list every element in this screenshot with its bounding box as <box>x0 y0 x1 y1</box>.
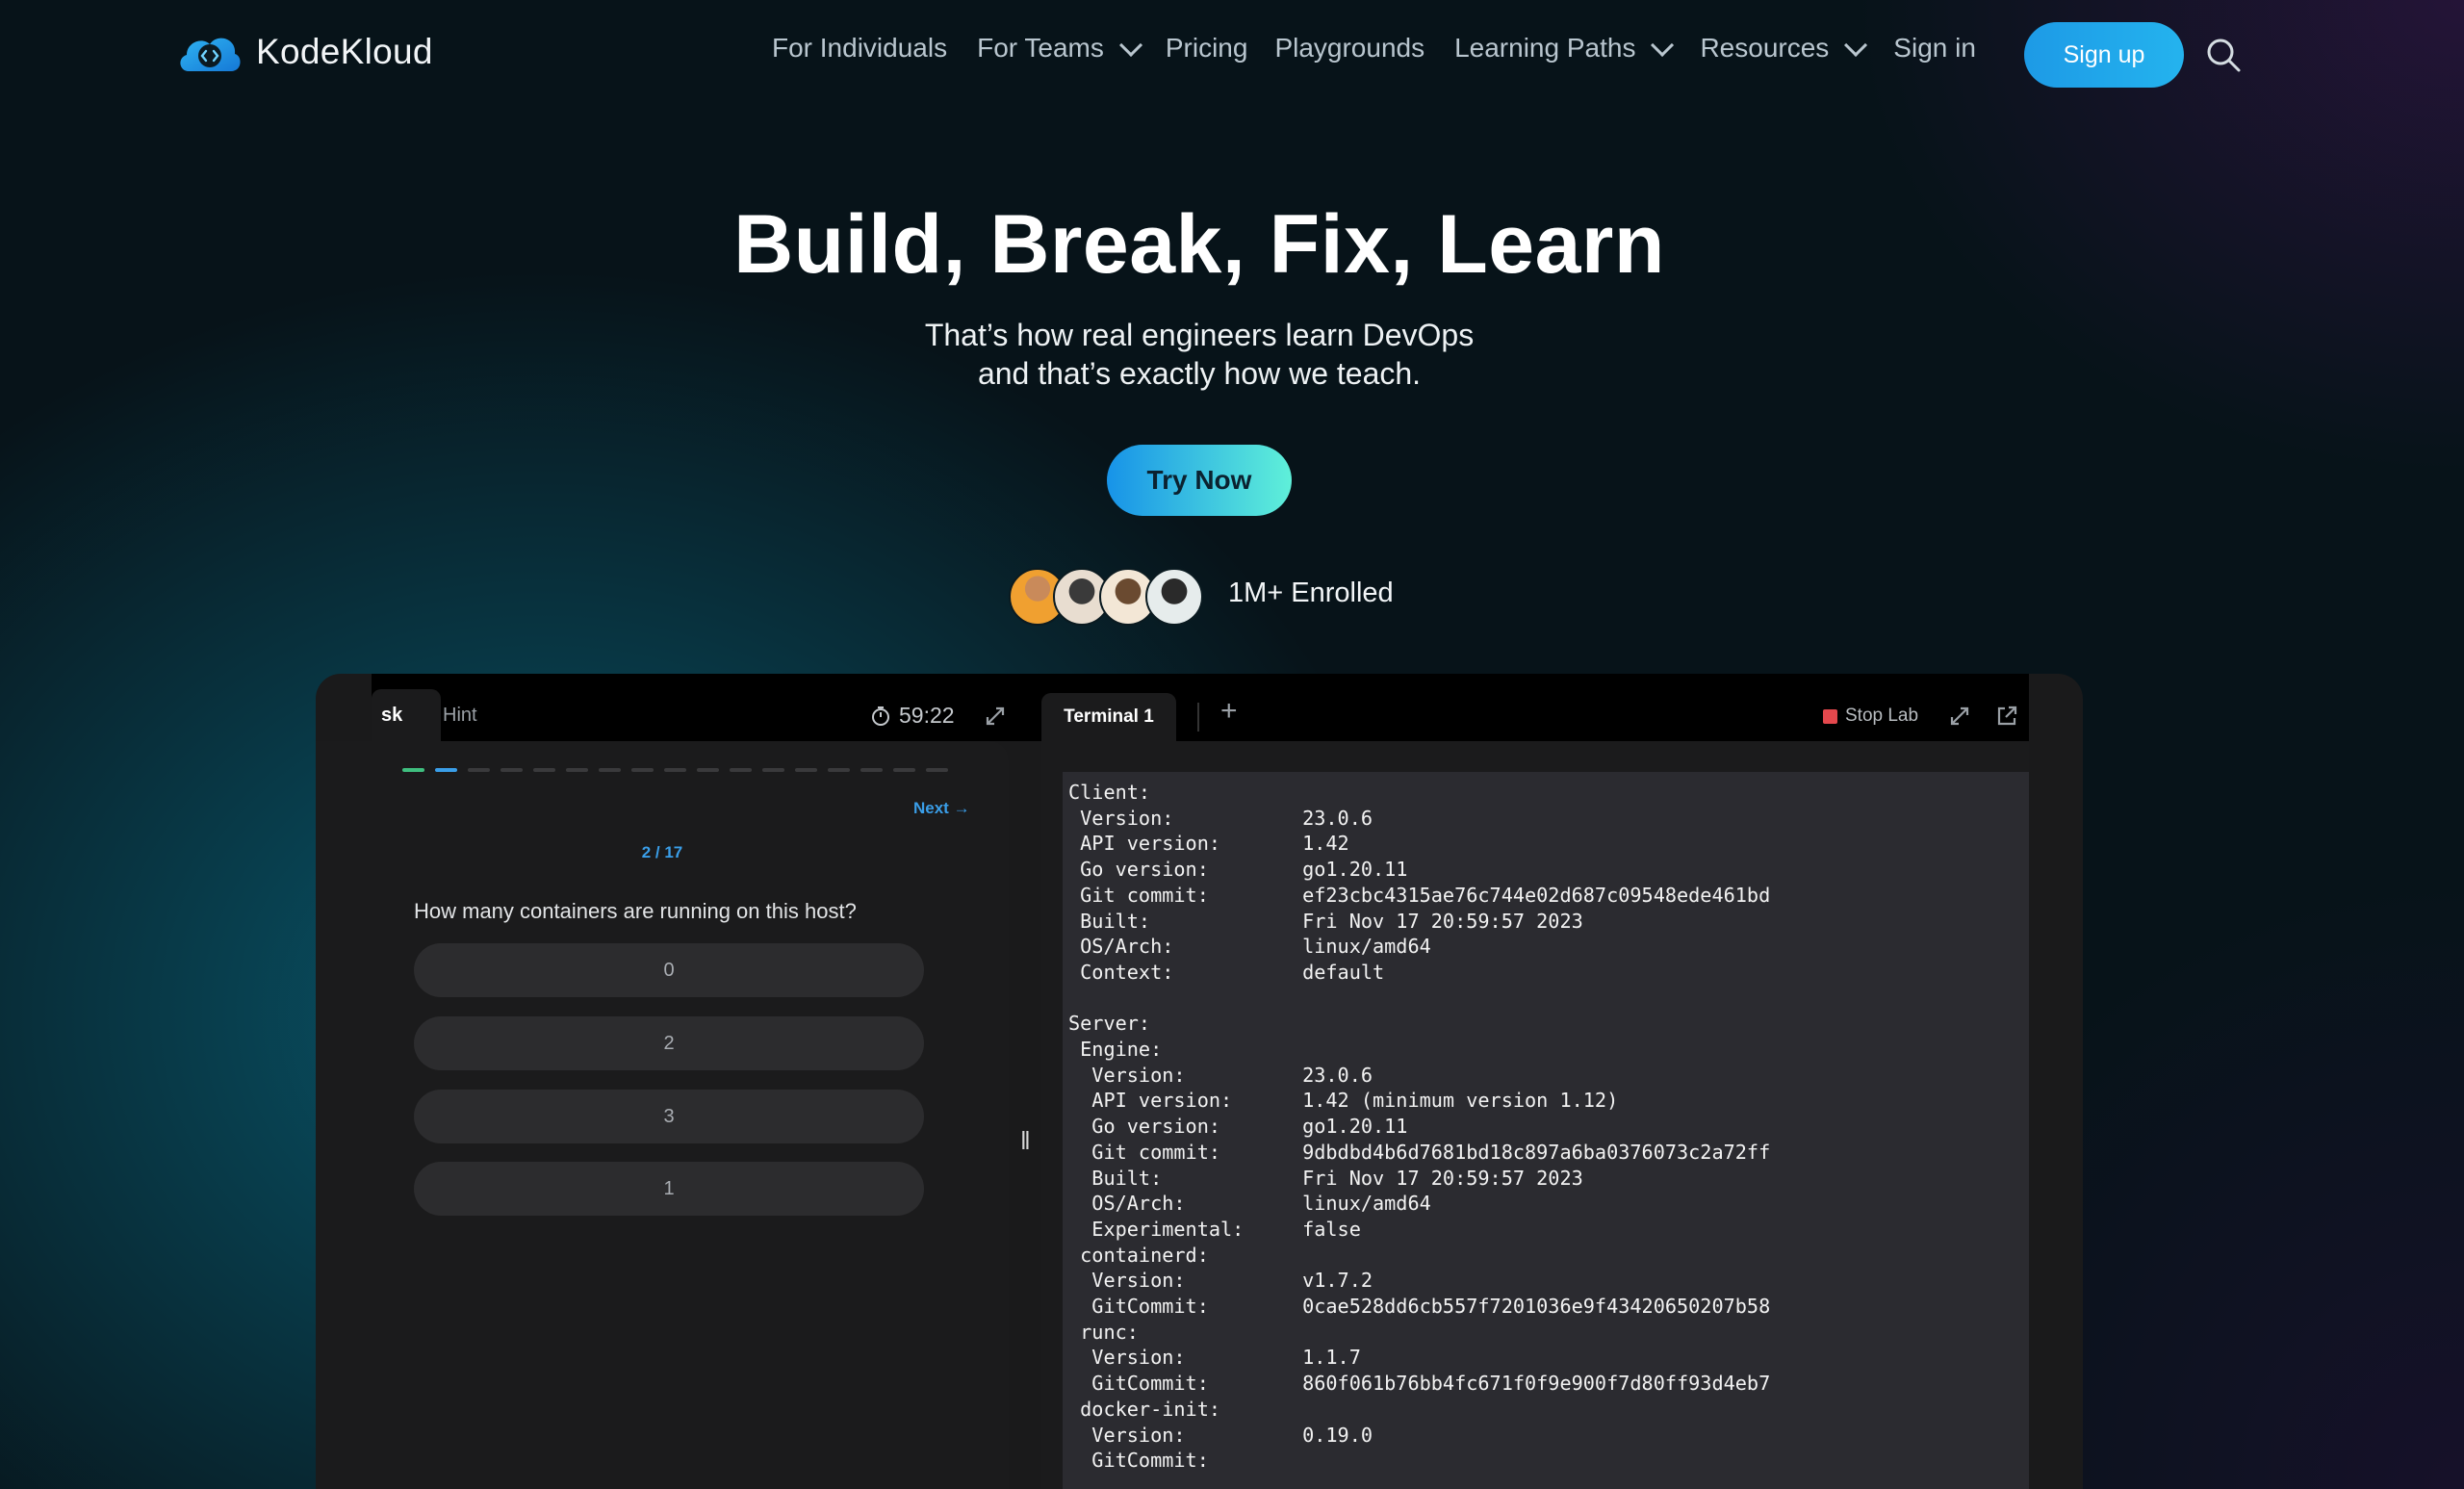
progress-segment <box>860 768 883 772</box>
progress-segment <box>893 768 915 772</box>
tab-terminal-1[interactable]: Terminal 1 <box>1041 693 1176 741</box>
avatar <box>1145 568 1203 626</box>
progress-segment <box>402 768 424 772</box>
stop-icon <box>1823 708 1837 724</box>
hero-subtitle-line-2: and that’s exactly how we teach. <box>977 356 1422 391</box>
tab-divider <box>1197 703 1199 732</box>
stop-lab-label: Stop Lab <box>1845 706 1919 726</box>
terminal-screen[interactable]: Client: Version: 23.0.6 API version: 1.4… <box>1063 772 2029 1489</box>
brand-logo[interactable]: KodeKloud <box>175 29 433 75</box>
next-button[interactable]: Next → <box>913 799 970 818</box>
chevron-down-icon <box>1118 33 1142 57</box>
try-now-button[interactable]: Try Now <box>1107 445 1292 516</box>
answer-option[interactable]: 0 <box>414 943 924 997</box>
progress-segment <box>500 768 523 772</box>
add-terminal-button[interactable]: + <box>1220 695 1238 728</box>
progress-segment <box>926 768 948 772</box>
brand-name: KodeKloud <box>256 32 433 71</box>
top-navbar: KodeKloud For Individuals For Teams Pric… <box>0 0 2464 110</box>
chevron-down-icon <box>1651 33 1675 57</box>
nav-item-label: Sign in <box>1893 33 1976 63</box>
chevron-down-icon <box>1844 33 1868 57</box>
cloud-logo-icon <box>180 38 241 71</box>
enrolled-avatars <box>1009 568 1203 626</box>
panel-resize-handle[interactable]: ‖ <box>1020 1126 1031 1156</box>
nav-item-label: Playgrounds <box>1274 33 1425 63</box>
open-external-icon[interactable] <box>1995 705 2018 728</box>
progress-segment <box>664 768 686 772</box>
step-counter: 2 / 17 <box>641 843 683 861</box>
tab-task[interactable]: sk <box>372 689 441 741</box>
terminal-output: Client: Version: 23.0.6 API version: 1.4… <box>1068 781 1771 1473</box>
tab-hint[interactable]: Hint <box>435 689 493 741</box>
nav-item-pricing[interactable]: Pricing <box>1166 33 1248 64</box>
progress-segment <box>533 768 555 772</box>
question-text: How many containers are running on this … <box>414 899 857 923</box>
nav-item-for-teams[interactable]: For Teams <box>977 33 1142 64</box>
lab-preview-window: sk Hint 59:22 Next → 2 / 17 How many con… <box>316 674 2083 1489</box>
nav-item-resources[interactable]: Resources <box>1700 33 1868 64</box>
progress-segment <box>795 768 817 772</box>
stopwatch-icon <box>872 706 889 726</box>
answer-option[interactable]: 2 <box>414 1016 924 1070</box>
question-progress-bar <box>402 768 948 772</box>
progress-segment <box>631 768 654 772</box>
hero-title: Build, Break, Fix, Learn <box>733 198 1665 291</box>
answer-option[interactable]: 3 <box>414 1090 924 1143</box>
nav-item-label: For Individuals <box>772 33 948 63</box>
answer-option[interactable]: 1 <box>414 1162 924 1216</box>
nav-item-label: Learning Paths <box>1454 33 1636 63</box>
nav-item-label: Resources <box>1700 33 1830 63</box>
progress-segment <box>566 768 588 772</box>
nav-item-sign-in[interactable]: Sign in <box>1893 33 1976 64</box>
progress-segment <box>730 768 752 772</box>
nav-item-for-individuals[interactable]: For Individuals <box>772 33 947 64</box>
progress-segment <box>828 768 850 772</box>
stop-lab-button[interactable]: Stop Lab <box>1823 706 1918 727</box>
nav-item-label: Pricing <box>1165 33 1248 63</box>
main-menu: For Individuals For Teams Pricing Playgr… <box>772 33 1976 64</box>
nav-item-learning-paths[interactable]: Learning Paths <box>1454 33 1675 64</box>
progress-segment <box>697 768 719 772</box>
timer-value: 59:22 <box>899 703 955 728</box>
next-label: Next <box>913 799 949 817</box>
nav-item-label: For Teams <box>977 33 1104 63</box>
expand-terminal-icon[interactable] <box>1948 705 1971 728</box>
progress-segment <box>599 768 621 772</box>
expand-icon[interactable] <box>984 705 1007 728</box>
progress-segment <box>468 768 490 772</box>
progress-segment <box>435 768 457 772</box>
lab-timer: 59:22 <box>870 703 955 729</box>
nav-item-playgrounds[interactable]: Playgrounds <box>1274 33 1424 64</box>
progress-segment <box>762 768 784 772</box>
hero-subtitle-line-1: That’s how real engineers learn DevOps <box>924 318 1475 352</box>
lab-tab-bar <box>372 674 2029 741</box>
sign-up-button[interactable]: Sign up <box>2024 22 2184 88</box>
enrolled-count: 1M+ Enrolled <box>1228 578 1394 608</box>
search-icon[interactable] <box>2205 37 2242 73</box>
